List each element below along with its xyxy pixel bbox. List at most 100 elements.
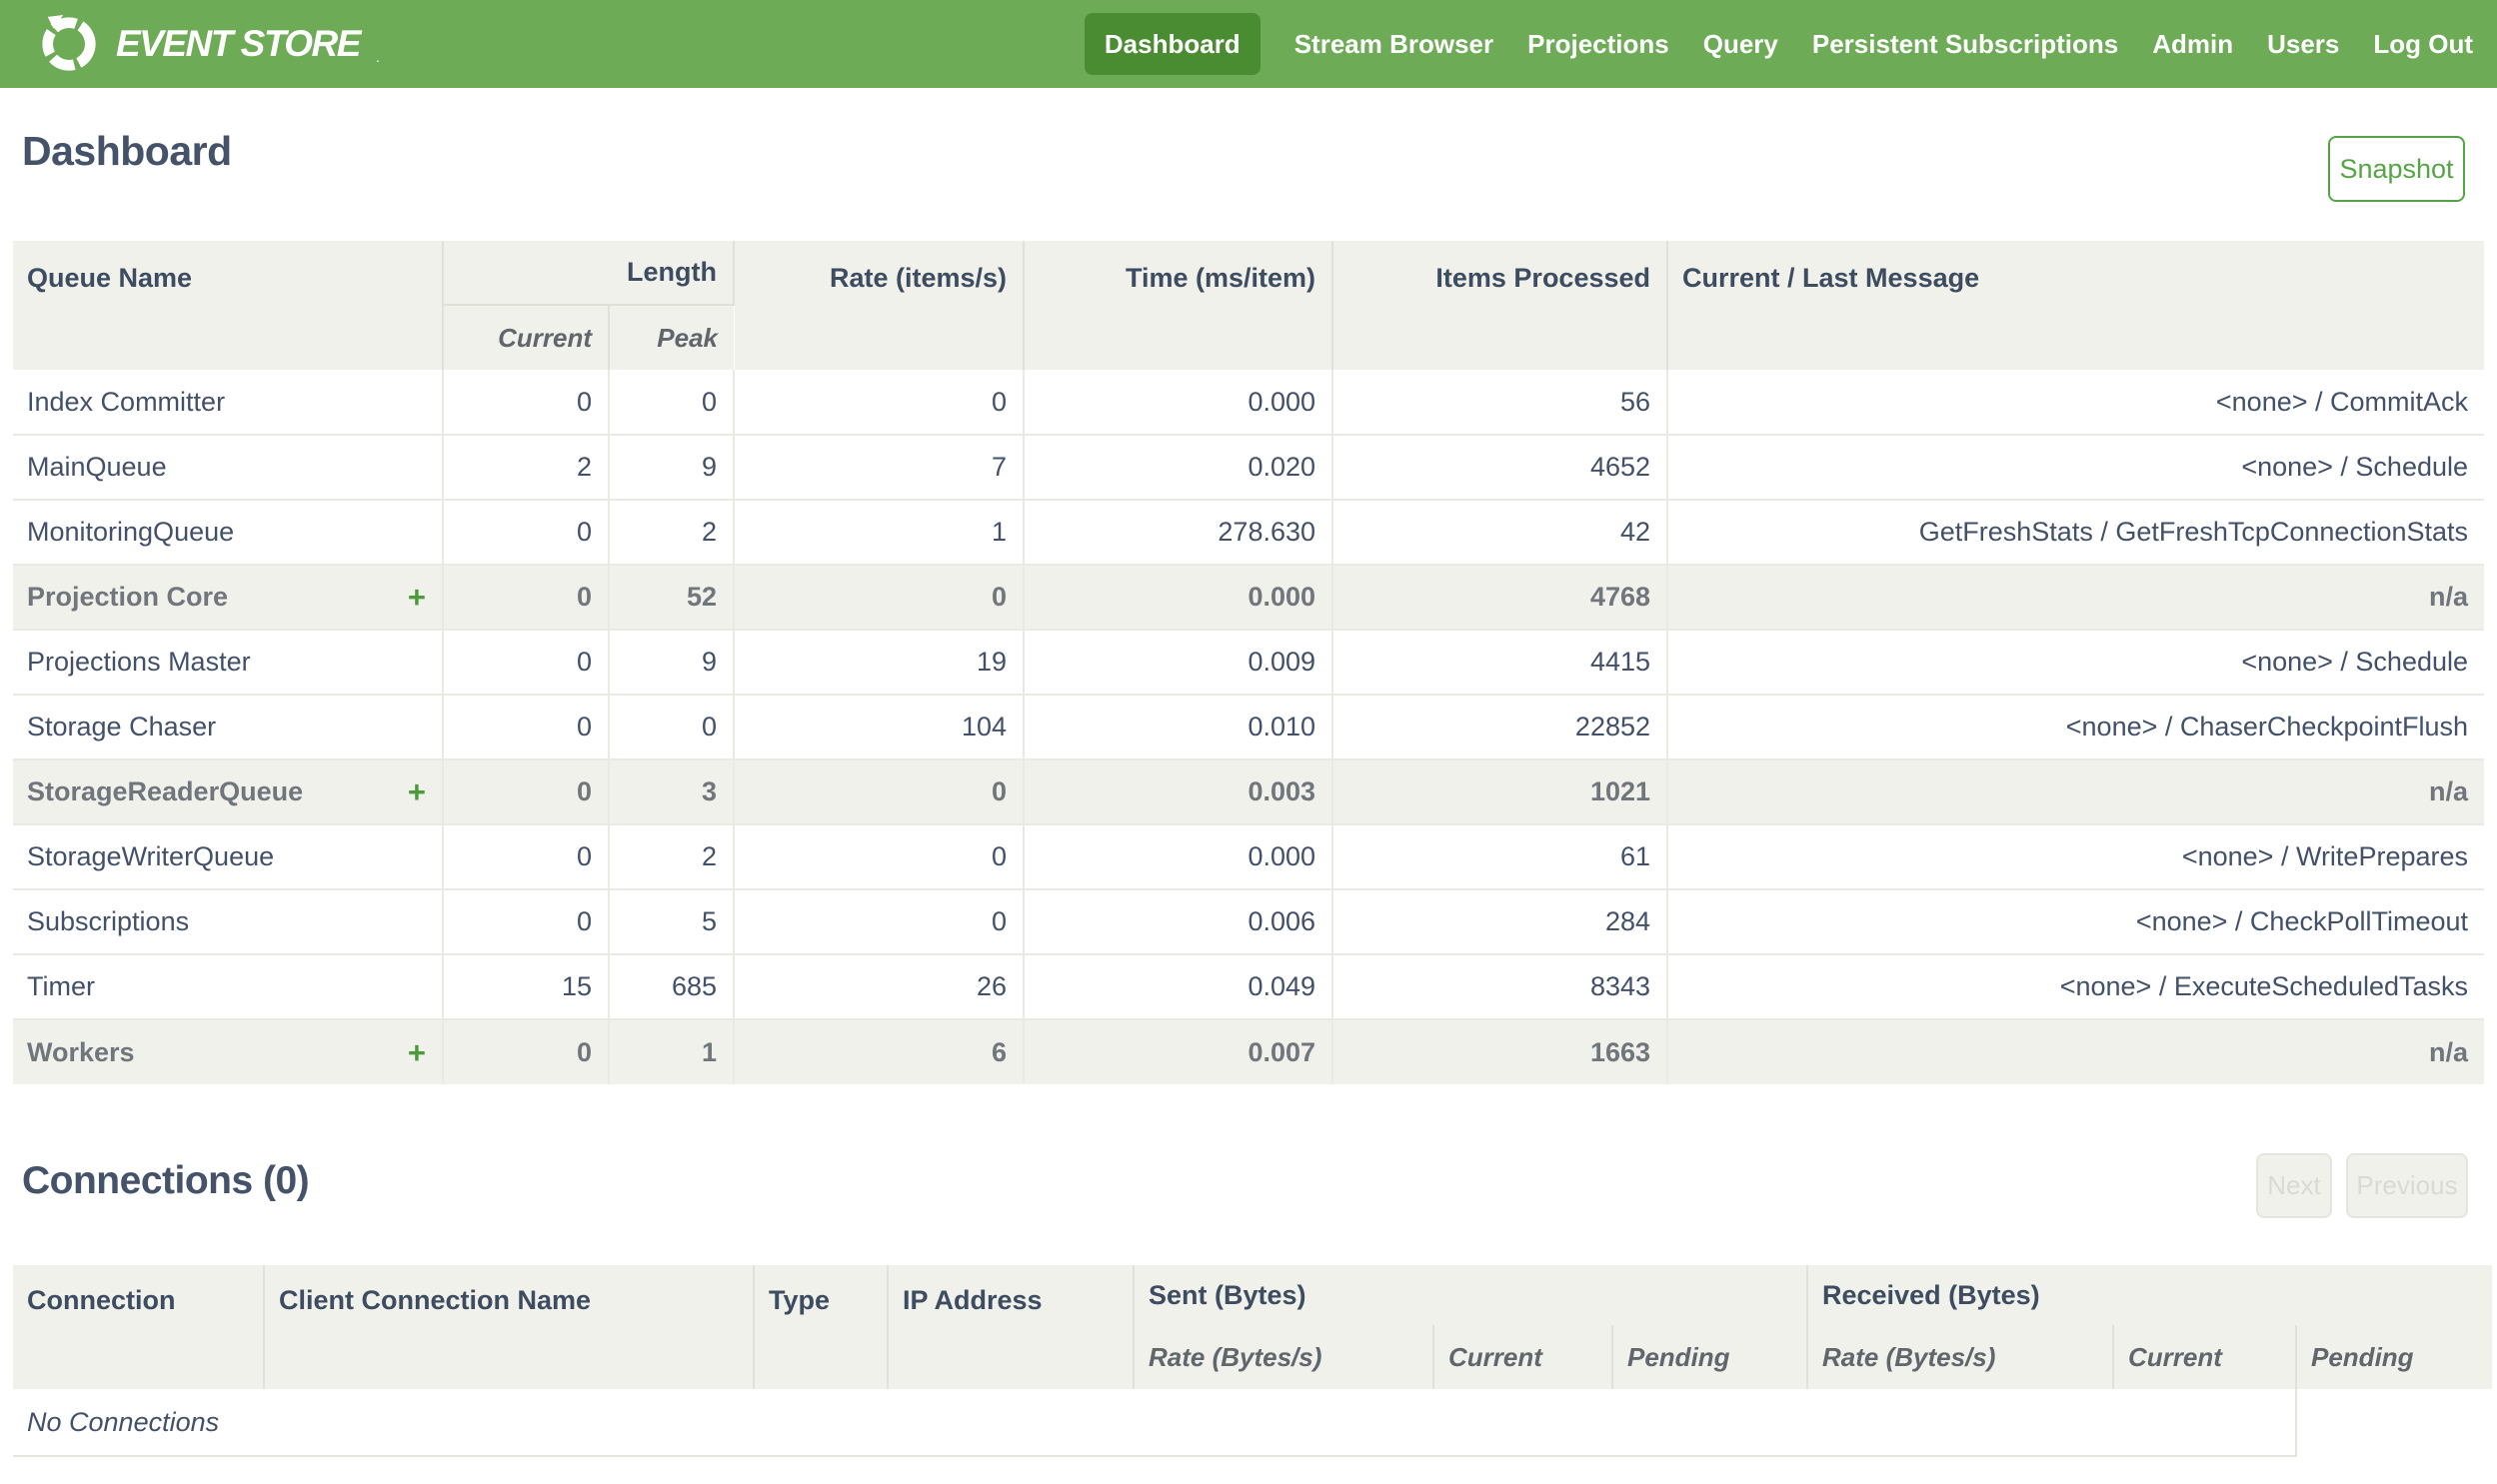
nav-item-query[interactable]: Query (1703, 13, 1778, 75)
queue-time-cell: 0.020 (1024, 434, 1334, 500)
queue-items-processed-cell: 56 (1332, 370, 1669, 435)
nav-item-projections[interactable]: Projections (1527, 13, 1669, 75)
queue-current-cell: 0 (443, 370, 610, 435)
queue-current-cell: 0 (443, 888, 610, 954)
col-header-length: Length (443, 241, 736, 306)
col-header-received-rate: Rate (Bytes/s) (1807, 1325, 2114, 1389)
nav-item-admin[interactable]: Admin (2152, 13, 2233, 75)
queue-current-cell: 0 (443, 758, 610, 824)
queue-items-processed-cell: 1021 (1332, 758, 1669, 824)
queue-name: Projections Master (27, 647, 251, 677)
queue-name-cell: Index Committer (13, 370, 444, 435)
queue-rate-cell: 19 (734, 629, 1026, 695)
queue-message-cell: GetFreshStats / GetFreshTcpConnectionSta… (1667, 499, 2485, 565)
connections-table: Connection Client Connection Name Type I… (13, 1265, 2493, 1457)
queue-rate-cell: 0 (734, 823, 1026, 889)
col-header-rate: Rate (items/s) (734, 241, 1026, 370)
queue-message-cell: <none> / CommitAck (1667, 370, 2485, 435)
queue-name-cell: Projection Core + (13, 564, 444, 630)
queue-name: Workers (27, 1036, 135, 1067)
queue-row: Subscriptions 0 5 0 0.006 284 <none> / CheckPo… (13, 888, 2485, 954)
queue-name-cell: StorageWriterQueue (13, 823, 444, 889)
queue-time-cell: 0.000 (1024, 823, 1334, 889)
brand-trademark: . (375, 49, 380, 65)
top-navbar: EVENT STORE . Dashboard Stream Browser Pro… (0, 0, 2497, 88)
queue-row: MainQueue 2 9 7 0.020 4652 <none> / Schedule (13, 434, 2485, 500)
queue-name: Index Committer (27, 386, 226, 417)
col-header-sent-pending: Pending (1612, 1325, 1808, 1389)
queue-time-cell: 0.003 (1024, 758, 1334, 824)
brand: EVENT STORE . (38, 13, 380, 75)
queue-peak-cell: 9 (609, 629, 736, 695)
queue-name-cell: StorageReaderQueue + (13, 758, 444, 824)
queue-time-cell: 0.049 (1024, 953, 1334, 1019)
queue-time-cell: 0.009 (1024, 629, 1334, 695)
col-header-length-current: Current (443, 305, 610, 370)
queue-items-processed-cell: 4768 (1332, 564, 1669, 630)
queue-current-cell: 0 (443, 1018, 610, 1084)
expand-plus-icon[interactable]: + (408, 776, 426, 807)
nav-item-users[interactable]: Users (2267, 13, 2339, 75)
queue-name: Storage Chaser (27, 712, 217, 742)
queue-rate-cell: 104 (734, 694, 1026, 759)
queue-name: MonitoringQueue (27, 517, 235, 547)
queue-rate-cell: 1 (734, 499, 1026, 565)
queue-rate-cell: 0 (734, 888, 1026, 954)
queue-name-cell: MainQueue (13, 434, 444, 500)
queue-name: MainQueue (27, 452, 167, 482)
snapshot-button[interactable]: Snapshot (2328, 136, 2465, 202)
queue-rate-cell: 7 (734, 434, 1026, 500)
queue-rate-cell: 6 (734, 1018, 1026, 1084)
queue-message-cell: <none> / ExecuteScheduledTasks (1667, 953, 2485, 1019)
nav-item-stream-browser[interactable]: Stream Browser (1294, 13, 1493, 75)
col-header-sent-current: Current (1433, 1325, 1613, 1389)
queue-name: StorageWriterQueue (27, 841, 275, 871)
col-header-sent-bytes: Sent (Bytes) (1134, 1265, 1808, 1325)
queue-peak-cell: 1 (609, 1018, 736, 1084)
col-header-items-processed: Items Processed (1332, 241, 1669, 370)
queue-name-cell: Workers + (13, 1018, 444, 1084)
queue-peak-cell: 3 (609, 758, 736, 824)
queues-table: Queue Name Length Rate (items/s) Time (m… (13, 241, 2485, 1084)
queue-message-cell: n/a (1667, 1018, 2485, 1084)
connections-pager: Next Previous (2256, 1153, 2468, 1218)
col-header-type: Type (754, 1265, 889, 1389)
queue-row: Projections Master 0 9 19 0.009 4415 <none> / … (13, 629, 2485, 695)
queue-current-cell: 0 (443, 499, 610, 565)
queue-message-cell: n/a (1667, 758, 2485, 824)
queue-row: Timer 15 685 26 0.049 8343 <none> / ExecuteSch… (13, 953, 2485, 1019)
queue-row: MonitoringQueue 0 2 1 278.630 42 GetFreshStats… (13, 499, 2485, 565)
queue-name: StorageReaderQueue (27, 776, 304, 806)
queue-time-cell: 0.000 (1024, 564, 1334, 630)
queue-peak-cell: 5 (609, 888, 736, 954)
queue-items-processed-cell: 8343 (1332, 953, 1669, 1019)
queue-time-cell: 0.000 (1024, 370, 1334, 435)
queue-name-cell: Projections Master (13, 629, 444, 695)
nav-item-persistent-subscriptions[interactable]: Persistent Subscriptions (1812, 13, 2118, 75)
no-connections-message: No Connections (13, 1389, 2297, 1457)
nav-item-log-out[interactable]: Log Out (2373, 13, 2473, 75)
expand-plus-icon[interactable]: + (408, 1037, 426, 1068)
page-title: Dashboard (22, 128, 232, 174)
queue-message-cell: <none> / Schedule (1667, 434, 2485, 500)
queue-peak-cell: 2 (609, 823, 736, 889)
queue-peak-cell: 9 (609, 434, 736, 500)
queue-peak-cell: 0 (609, 370, 736, 435)
connections-title: Connections (0) (22, 1159, 310, 1202)
expand-plus-icon[interactable]: + (408, 582, 426, 613)
event-store-logo-icon (42, 14, 96, 71)
queue-message-cell: <none> / Schedule (1667, 629, 2485, 695)
queue-current-cell: 2 (443, 434, 610, 500)
queue-name: Subscriptions (27, 906, 190, 936)
queue-peak-cell: 0 (609, 694, 736, 759)
previous-button[interactable]: Previous (2346, 1153, 2468, 1218)
queue-items-processed-cell: 284 (1332, 888, 1669, 954)
queue-name: Timer (27, 971, 95, 1001)
queue-items-processed-cell: 42 (1332, 499, 1669, 565)
nav-item-dashboard[interactable]: Dashboard (1084, 13, 1260, 75)
main-nav: Dashboard Stream Browser Projections Query P… (1084, 13, 2473, 75)
col-header-sent-rate: Rate (Bytes/s) (1134, 1325, 1434, 1389)
next-button[interactable]: Next (2256, 1153, 2332, 1218)
queue-current-cell: 0 (443, 564, 610, 630)
queue-name-cell: Timer (13, 953, 444, 1019)
